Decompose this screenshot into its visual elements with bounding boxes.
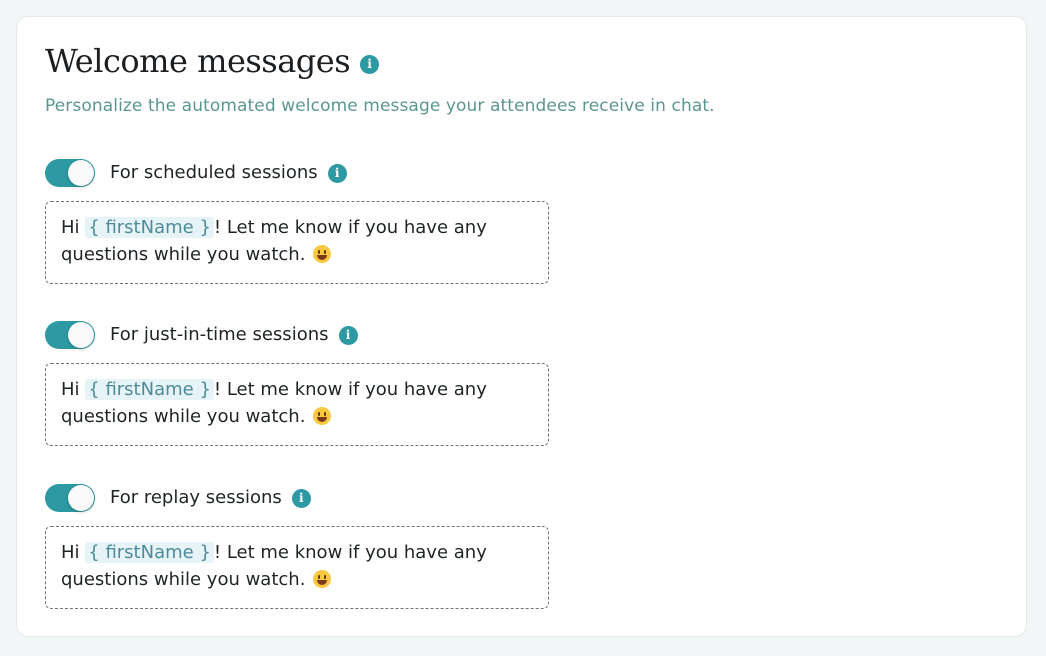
- toggle-label: For just-in-time sessions: [110, 324, 329, 345]
- welcome-messages-card: Welcome messages i Personalize the autom…: [16, 16, 1027, 637]
- title-row: Welcome messages i: [45, 41, 380, 81]
- first-name-token[interactable]: { firstName }: [85, 542, 214, 563]
- toggle-knob: [68, 160, 94, 186]
- toggle-knob: [68, 322, 94, 348]
- section-scheduled-sessions: For scheduled sessions i Hi { firstName …: [45, 159, 549, 284]
- info-icon[interactable]: i: [327, 163, 347, 183]
- section-replay-sessions: For replay sessions i Hi { firstName }! …: [45, 484, 549, 609]
- info-icon[interactable]: i: [291, 488, 311, 508]
- info-icon[interactable]: i: [360, 54, 380, 74]
- just-in-time-sessions-toggle[interactable]: [45, 321, 95, 349]
- page-title: Welcome messages: [45, 42, 351, 80]
- grinning-face-emoji-icon: [313, 245, 332, 263]
- replay-sessions-message-input[interactable]: Hi { firstName }! Let me know if you hav…: [45, 526, 549, 609]
- toggle-row: For scheduled sessions i: [45, 159, 549, 187]
- scheduled-sessions-toggle[interactable]: [45, 159, 95, 187]
- grinning-face-emoji-icon: [313, 407, 332, 425]
- toggle-knob: [68, 485, 94, 511]
- info-icon[interactable]: i: [338, 325, 358, 345]
- message-text-start: Hi: [61, 379, 86, 400]
- message-text-start: Hi: [61, 217, 86, 238]
- section-just-in-time-sessions: For just-in-time sessions i Hi { firstNa…: [45, 321, 549, 446]
- scheduled-sessions-message-input[interactable]: Hi { firstName }! Let me know if you hav…: [45, 201, 549, 284]
- replay-sessions-toggle[interactable]: [45, 484, 95, 512]
- grinning-face-emoji-icon: [313, 570, 332, 588]
- first-name-token[interactable]: { firstName }: [85, 217, 214, 238]
- toggle-row: For just-in-time sessions i: [45, 321, 549, 349]
- toggle-row: For replay sessions i: [45, 484, 549, 512]
- first-name-token[interactable]: { firstName }: [85, 379, 214, 400]
- message-text-start: Hi: [61, 542, 86, 563]
- just-in-time-sessions-message-input[interactable]: Hi { firstName }! Let me know if you hav…: [45, 363, 549, 446]
- page-subtitle: Personalize the automated welcome messag…: [45, 96, 715, 116]
- toggle-label: For replay sessions: [110, 487, 282, 508]
- toggle-label: For scheduled sessions: [110, 162, 318, 183]
